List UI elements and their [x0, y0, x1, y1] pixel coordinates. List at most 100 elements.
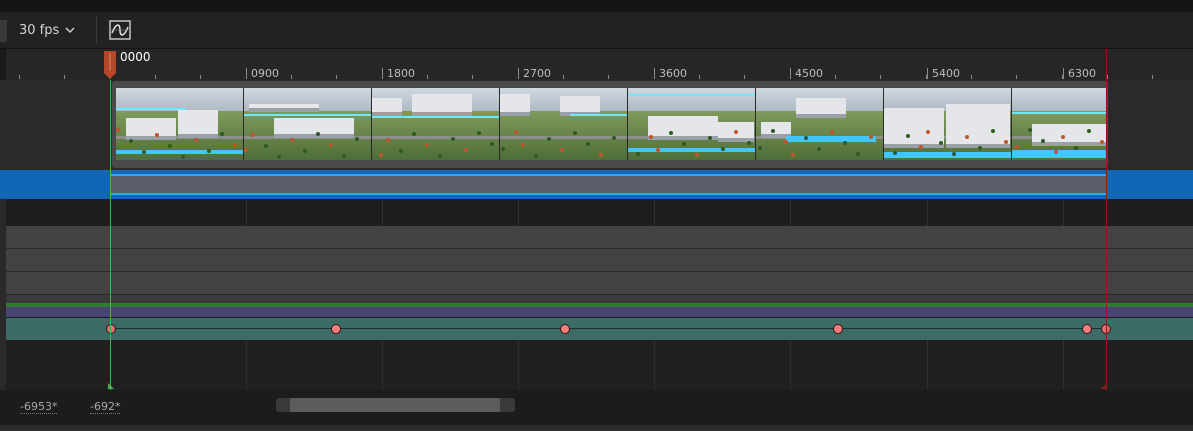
ruler-major-tick: [382, 68, 383, 79]
thumbnail-tree: [514, 130, 518, 134]
thumbnail-tree: [1004, 140, 1008, 144]
thumbnail-tree: [649, 135, 653, 139]
thumbnail-glow: [570, 114, 627, 116]
thumbnail-tree: [490, 142, 494, 146]
thumbnail-tree: [734, 130, 738, 134]
thumbnail-tree: [669, 131, 673, 135]
thumbnail-tree: [220, 132, 224, 136]
ruler-major-tick: [654, 68, 655, 79]
thumbnail-strip: [116, 88, 1106, 160]
end-marker-icon: [1101, 383, 1107, 389]
thumbnail-tree: [386, 138, 390, 142]
thumbnail-tree: [771, 129, 775, 133]
selected-section-bar[interactable]: [111, 174, 1106, 195]
thumbnail-tree: [168, 144, 172, 148]
thumbnail-sky: [628, 88, 755, 112]
ruler-minor-tick: [155, 75, 156, 79]
grid-line: [927, 340, 928, 390]
playback-start-line[interactable]: [110, 80, 111, 390]
grid-line: [246, 199, 247, 226]
chevron-down-icon: [65, 27, 75, 34]
curve-editor-icon[interactable]: [108, 19, 132, 41]
thumbnail-tree: [747, 141, 751, 145]
thumbnail-water: [1012, 150, 1106, 158]
ruler-minor-tick: [563, 75, 564, 79]
toolbar-separator: [96, 16, 97, 44]
ruler-major-tick: [1063, 68, 1064, 79]
thumbnail-tree: [1087, 129, 1091, 133]
ruler-major-tick: [518, 68, 519, 79]
grid-line: [1063, 199, 1064, 226]
ruler-tick-label: 0900: [251, 67, 279, 80]
thumbnail-tree: [194, 138, 198, 142]
ruler-minor-tick: [336, 75, 337, 79]
keyframe-track-row[interactable]: [6, 318, 1193, 340]
ruler-minor-tick: [699, 75, 700, 79]
property-track-row[interactable]: [6, 226, 1193, 249]
ruler-minor-tick: [427, 75, 428, 79]
ruler-minor-tick: [64, 75, 65, 79]
thumbnail-road: [500, 136, 627, 139]
ruler-tick-label: 4500: [795, 67, 823, 80]
thumbnail-tree: [952, 152, 956, 156]
thumbnail-building: [560, 96, 600, 116]
thumbnail-tree: [501, 147, 505, 151]
thumbnail-tree: [636, 152, 640, 156]
thumbnail-building: [126, 118, 176, 140]
ruler-tick-label: 6300: [1068, 67, 1096, 80]
ruler-tick-label: 2700: [523, 67, 551, 80]
frame-rate-dropdown[interactable]: 30 fps: [12, 18, 86, 42]
thumbnail-tree: [464, 148, 468, 152]
thumbnail-glow: [628, 94, 755, 96]
thumbnail-tree: [893, 151, 897, 155]
thumbnail-tree: [586, 142, 590, 146]
thumbnail-glow: [1012, 112, 1106, 114]
thumbnail-frame: [1012, 88, 1106, 160]
thumbnail-tree: [1028, 128, 1032, 132]
thumbnail-tree: [303, 149, 307, 153]
thumbnail-tree: [207, 149, 211, 153]
view-range-start-field[interactable]: -6953*: [20, 400, 58, 414]
thumbnail-tree: [573, 131, 577, 135]
ruler-minor-tick: [1016, 75, 1017, 79]
keyframe-connector: [111, 328, 1106, 329]
grid-line: [654, 340, 655, 390]
ruler-major-tick: [246, 68, 247, 79]
property-track-row[interactable]: [6, 272, 1193, 295]
grid-line: [382, 340, 383, 390]
playback-end-line[interactable]: [1106, 49, 1107, 390]
grid-line: [927, 199, 928, 226]
thumbnail-tree: [379, 153, 383, 157]
keyframe[interactable]: [331, 324, 341, 334]
thumbnail-frame: [372, 88, 500, 160]
thumbnail-tree: [251, 133, 255, 137]
ruler-minor-tick: [835, 75, 836, 79]
scrollbar-thumb[interactable]: [290, 398, 500, 412]
thumbnail-frame: [884, 88, 1012, 160]
bottom-edge: [0, 425, 1193, 431]
ruler-minor-tick: [880, 75, 881, 79]
thumbnail-tree: [758, 146, 762, 150]
keyframe[interactable]: [106, 324, 116, 334]
thumbnail-water: [116, 150, 243, 154]
view-range-end-field[interactable]: -692*: [90, 400, 121, 414]
playhead-icon[interactable]: [104, 51, 116, 79]
grid-line: [518, 340, 519, 390]
thumbnail-sky: [1012, 88, 1106, 112]
thumbnail-road: [372, 136, 499, 139]
keyframe[interactable]: [1082, 324, 1092, 334]
thumbnail-tree: [708, 136, 712, 140]
ruler-tick-label: 3600: [659, 67, 687, 80]
keyframe[interactable]: [560, 324, 570, 334]
ruler-minor-tick: [1107, 75, 1108, 79]
keyframe[interactable]: [833, 324, 843, 334]
thumbnail-tree: [233, 143, 237, 147]
thumbnail-tree: [612, 136, 616, 140]
property-track-row[interactable]: [6, 249, 1193, 272]
thumbnail-tree: [116, 128, 120, 132]
thumbnail-tree: [547, 137, 551, 141]
thumbnail-tree: [399, 149, 403, 153]
time-ruler[interactable]: [6, 49, 1193, 80]
thumbnail-glow: [244, 114, 371, 116]
thumbnail-tree: [978, 146, 982, 150]
